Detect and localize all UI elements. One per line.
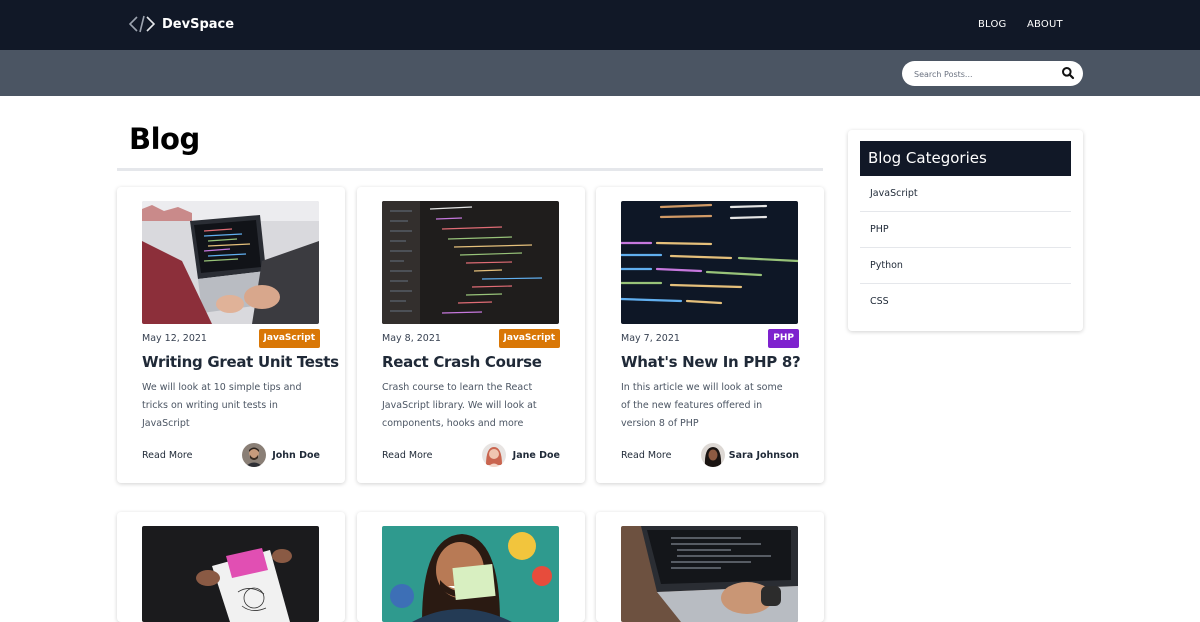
post-date: May 8, 2021 <box>382 333 441 344</box>
post-date: May 7, 2021 <box>621 333 680 344</box>
post-title[interactable]: React Crash Course <box>382 353 572 371</box>
category-link-python[interactable]: Python <box>860 248 1071 284</box>
read-more-link[interactable]: Read More <box>621 450 671 461</box>
title-divider <box>117 168 823 171</box>
post-thumbnail-image[interactable] <box>142 201 319 324</box>
post-excerpt: In this article we will look at some of … <box>621 382 783 429</box>
search-input[interactable] <box>914 67 1054 81</box>
post-thumbnail-image[interactable] <box>621 201 798 324</box>
nav-blog-link[interactable]: BLOG <box>978 19 1007 30</box>
categories-title: Blog Categories <box>860 141 1071 176</box>
post-card[interactable]: May 8, 2021 JavaScript React Crash Cours… <box>357 187 585 483</box>
post-card[interactable] <box>596 512 824 622</box>
post-title[interactable]: Writing Great Unit Tests <box>142 353 339 371</box>
code-brackets-icon <box>129 15 155 33</box>
author-name: John Doe <box>272 450 320 461</box>
read-more-link[interactable]: Read More <box>382 450 432 461</box>
search-icon[interactable] <box>1061 66 1075 80</box>
post-thumbnail-image[interactable] <box>382 201 559 324</box>
post-title[interactable]: What's New In PHP 8? <box>621 353 811 371</box>
author-avatar <box>701 443 725 467</box>
author-avatar <box>242 443 266 467</box>
category-badge[interactable]: JavaScript <box>498 329 560 348</box>
post-card[interactable]: May 7, 2021 PHP What's New In PHP 8? In … <box>596 187 824 483</box>
categories-sidebar: Blog Categories JavaScript PHP Python CS… <box>848 130 1083 331</box>
category-badge[interactable]: PHP <box>768 329 799 348</box>
category-link-css[interactable]: CSS <box>860 284 1071 320</box>
post-date: May 12, 2021 <box>142 333 207 344</box>
author-avatar <box>482 443 506 467</box>
post-excerpt: We will look at 10 simple tips and trick… <box>142 382 302 429</box>
brand-name: DevSpace <box>162 16 235 32</box>
brand-logo[interactable]: DevSpace <box>129 15 234 33</box>
category-badge[interactable]: JavaScript <box>258 329 320 348</box>
read-more-link[interactable]: Read More <box>142 450 192 461</box>
category-link-php[interactable]: PHP <box>860 212 1071 248</box>
post-excerpt: Crash course to learn the React JavaScri… <box>382 382 537 429</box>
post-card[interactable] <box>117 512 345 622</box>
post-card[interactable]: May 12, 2021 JavaScript Writing Great Un… <box>117 187 345 483</box>
page-title: Blog <box>129 122 200 156</box>
author-name: Jane Doe <box>512 450 560 461</box>
author-name: Sara Johnson <box>728 450 799 461</box>
nav-about-link[interactable]: ABOUT <box>1027 19 1063 30</box>
search-box <box>902 61 1083 86</box>
post-card[interactable] <box>357 512 585 622</box>
category-link-javascript[interactable]: JavaScript <box>860 176 1071 212</box>
